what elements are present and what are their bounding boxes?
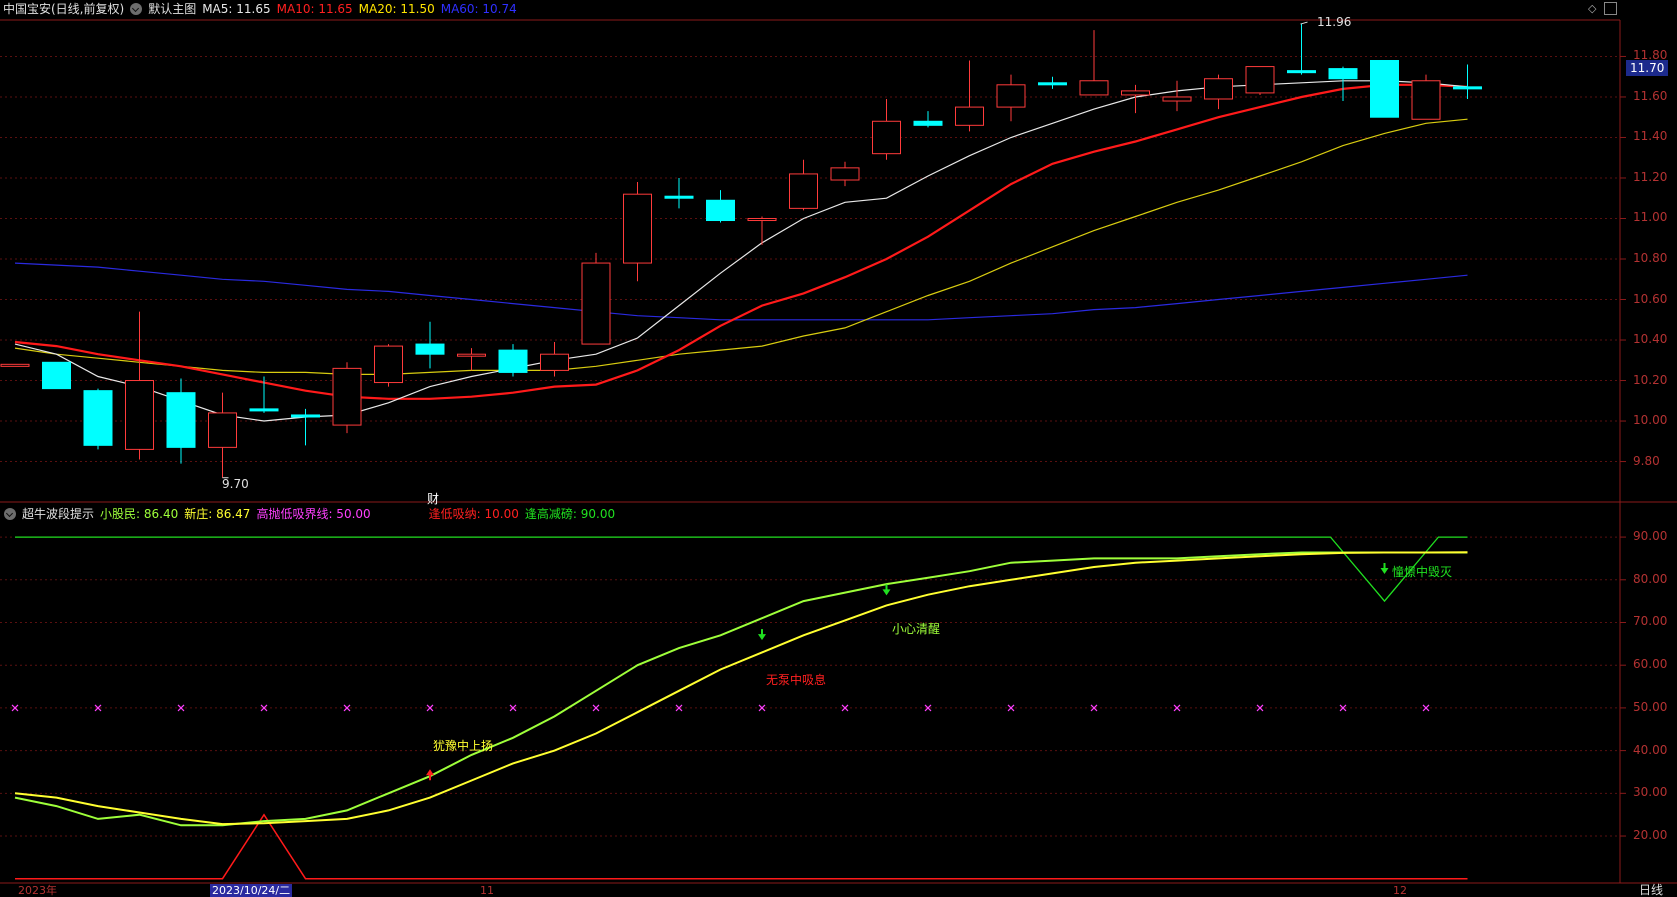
candle-body (498, 349, 528, 373)
threshold-cross (592, 704, 600, 712)
threshold-cross (11, 704, 19, 712)
candle-body (1121, 90, 1150, 96)
high-sell-line (15, 536, 1468, 603)
ind-tick-label: 60.00 (1633, 657, 1668, 672)
candle-body (872, 120, 901, 155)
candle-body (208, 412, 237, 448)
ma5-line (14, 80, 1468, 422)
candle-body (415, 343, 445, 355)
chart-canvas[interactable] (0, 0, 1677, 897)
ma60-line (14, 262, 1468, 321)
price-tick-label: 10.00 (1633, 413, 1668, 428)
candle-body (1328, 68, 1358, 80)
candle-body (1079, 80, 1109, 96)
threshold-cross (1422, 704, 1430, 712)
annotation-destruction: 憧憬中毁灭 (1392, 565, 1453, 579)
current-price-badge: 11.70 (1626, 60, 1669, 76)
candle-body (374, 345, 403, 384)
candle-body (540, 353, 569, 371)
candle-body (1411, 80, 1441, 120)
candle-body (249, 408, 279, 412)
candle-body (1287, 70, 1316, 74)
candle-body (457, 353, 486, 357)
price-tick-label: 10.80 (1633, 251, 1668, 265)
ma20-line (14, 118, 1468, 375)
date-year-label: 2023年 (18, 884, 57, 897)
price-tick-label: 11.20 (1633, 169, 1668, 184)
ind-tick-label: 40.00 (1633, 742, 1668, 757)
candle-body (1038, 82, 1067, 86)
ind-tick-label: 30.00 (1633, 785, 1668, 800)
price-tick-label: 11.40 (1633, 129, 1668, 144)
candle-body (955, 106, 984, 126)
ind-tick-label: 50.00 (1633, 699, 1668, 714)
xinzhuang-line (14, 551, 1468, 826)
threshold-cross (841, 704, 849, 712)
price-tick-label: 10.20 (1633, 372, 1668, 387)
ind-tick-label: 90.00 (1633, 529, 1668, 544)
candle-body (332, 367, 362, 426)
candle-body (0, 363, 30, 367)
candle-body (291, 414, 320, 418)
threshold-cross (177, 704, 185, 712)
xiaogumin-line (14, 551, 1468, 827)
candle-body (1245, 66, 1275, 94)
low-price-label: 9.70 (222, 477, 249, 491)
candle-body (42, 361, 71, 390)
annotation-be-careful: 小心清醒 (892, 622, 941, 636)
candle-body (830, 167, 860, 181)
ind-tick-label: 70.00 (1633, 614, 1668, 629)
annotation-hesitant-rise: 犹豫中上扬 (433, 739, 494, 753)
candle-body (581, 262, 611, 345)
threshold-cross (343, 704, 351, 712)
price-tick-label: 11.60 (1633, 88, 1668, 103)
price-tick-label: 10.40 (1633, 332, 1668, 347)
candle-body (125, 380, 154, 450)
candle-body (1370, 60, 1399, 118)
candle-body (83, 390, 113, 446)
threshold-cross (1256, 704, 1264, 712)
candle-body (1204, 78, 1233, 100)
ma10-line (14, 83, 1468, 400)
candle-body (1162, 96, 1192, 102)
up-arrow-icon (426, 769, 434, 781)
threshold-cross (758, 704, 766, 712)
high-price-label: 11.96 (1317, 15, 1352, 29)
date-month-12: 12 (1393, 884, 1407, 897)
price-tick-label: 10.60 (1633, 291, 1668, 306)
annotation-absorb: 无泵中吸息 (766, 673, 827, 687)
candle-body (996, 84, 1026, 108)
cursor-date-label: 2023/10/24/二 (210, 884, 293, 897)
candle-body (623, 193, 652, 264)
high-pointer (1300, 21, 1308, 25)
candle-body (706, 199, 735, 222)
date-month-11: 11 (480, 884, 494, 897)
down-arrow-icon (1380, 562, 1389, 574)
down-arrow-icon (758, 629, 766, 641)
period-button[interactable]: 日线 (1639, 883, 1663, 897)
candle-body (789, 173, 818, 209)
candle-body (747, 217, 777, 222)
candle-body (664, 195, 694, 199)
finance-marker[interactable]: 财 (427, 490, 439, 507)
threshold-cross (1173, 704, 1181, 712)
ind-tick-label: 80.00 (1633, 571, 1668, 586)
ind-tick-label: 20.00 (1633, 828, 1668, 843)
threshold-cross (426, 704, 434, 712)
price-tick-label: 9.80 (1633, 453, 1660, 468)
threshold-cross (1007, 704, 1015, 712)
down-arrow-icon (882, 584, 891, 596)
candle-body (166, 392, 196, 448)
candle-body (1453, 86, 1482, 90)
candle-body (913, 120, 943, 126)
price-tick-label: 11.00 (1633, 210, 1668, 225)
